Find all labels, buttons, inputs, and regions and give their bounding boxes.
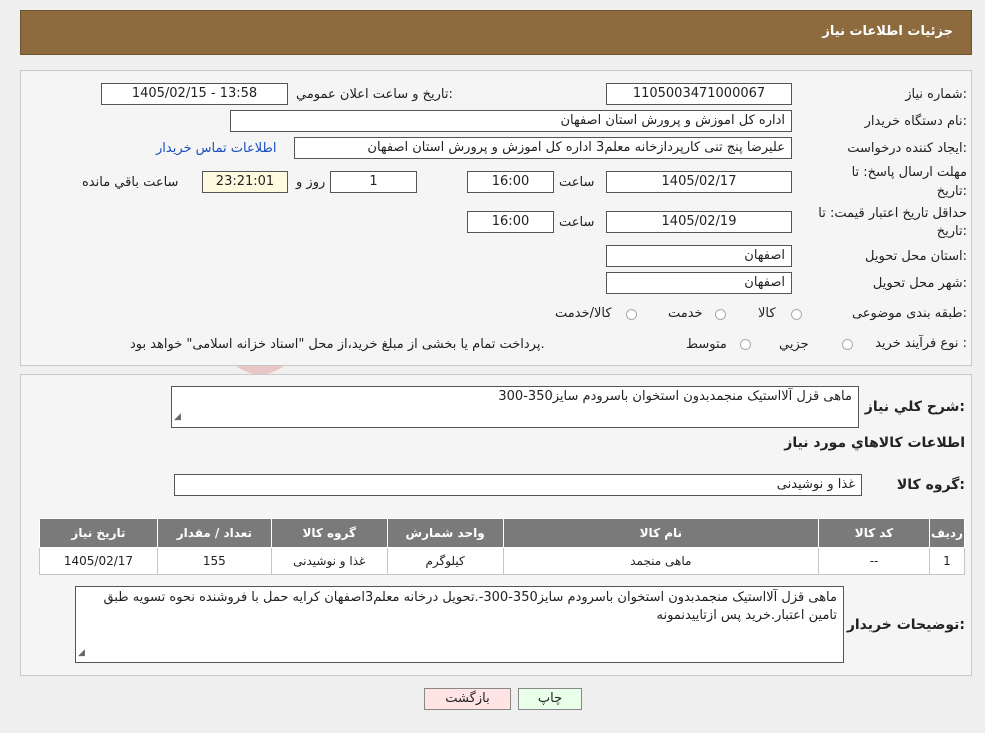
reply-time-field: 16:00 bbox=[467, 171, 554, 193]
requester-field: علیرضا پنج تنی کارپردازخانه معلم3 اداره … bbox=[294, 137, 792, 159]
city-field: اصفهان bbox=[606, 272, 792, 294]
remaining-time-field: 23:21:01 bbox=[202, 171, 288, 193]
process-radio-medium[interactable] bbox=[740, 339, 751, 350]
requester-label: ايجاد کننده درخواست: bbox=[847, 141, 967, 156]
table-row: 1405/02/17 155 غذا و نوشیدنی کیلوگرم ماه… bbox=[39, 547, 966, 575]
buyer-org-field: اداره کل اموزش و پرورش استان اصفهان bbox=[230, 110, 792, 132]
cell-goods-group: غذا و نوشیدنی bbox=[270, 547, 388, 575]
reply-time-label: ساعت bbox=[559, 175, 595, 190]
buyer-org-label: نام دستگاه خريدار: bbox=[864, 114, 967, 129]
reply-deadline-label-2: تاریخ: bbox=[936, 184, 967, 199]
buyer-notes-text: ماهی قزل آلااستیک منجمدبدون استخوان باسر… bbox=[103, 590, 838, 623]
col-quantity: تعداد / مقدار bbox=[156, 518, 272, 548]
cell-goods-name: ماهی منجمد bbox=[502, 547, 820, 575]
cell-row-number: 1 bbox=[928, 547, 966, 575]
category-label: طبقه بندی موضوعی: bbox=[851, 306, 967, 321]
process-option-minor: جزیي bbox=[779, 337, 809, 352]
resize-handle-icon[interactable]: ◢ bbox=[78, 644, 85, 662]
price-validity-label-2: تاریخ: bbox=[936, 224, 967, 239]
need-number-field: 1105003471000067 bbox=[606, 83, 792, 105]
category-option-goods: کالا bbox=[758, 306, 776, 321]
validity-time-field: 16:00 bbox=[467, 211, 554, 233]
cell-unit: کیلوگرم bbox=[386, 547, 504, 575]
buyer-notes-label: توضیحات خریدار: bbox=[846, 617, 965, 633]
process-option-medium: متوسط bbox=[686, 337, 727, 352]
col-goods-group: گروه کالا bbox=[270, 518, 388, 548]
price-validity-label: حداقل تاریخ اعتبار قیمت: تا bbox=[818, 206, 967, 221]
page-header: جزئیات اطلاعات نیاز bbox=[20, 10, 972, 55]
print-button[interactable]: چاپ bbox=[518, 688, 582, 710]
cell-need-date: 1405/02/17 bbox=[39, 547, 158, 575]
col-goods-code: کد کالا bbox=[818, 518, 930, 548]
col-row-number: ردیف bbox=[928, 518, 966, 548]
general-description-label: شرح کلي نياز: bbox=[864, 399, 965, 415]
days-field: 1 bbox=[330, 171, 417, 193]
category-option-goods-service: کالا/خدمت bbox=[555, 306, 612, 321]
remaining-label: ساعت باقي مانده bbox=[82, 175, 179, 190]
need-number-label: شماره نیاز: bbox=[905, 87, 967, 102]
province-field: اصفهان bbox=[606, 245, 792, 267]
process-note: پرداخت تمام یا بخشی از مبلغ خرید،از محل … bbox=[130, 337, 545, 352]
buyer-contact-link[interactable]: اطلاعات تماس خریدار bbox=[156, 141, 276, 156]
back-button[interactable]: بازگشت bbox=[424, 688, 511, 710]
reply-deadline-label: مهلت ارسال پاسخ: تا bbox=[851, 165, 967, 180]
cell-quantity: 155 bbox=[156, 547, 272, 575]
col-need-date: تاریخ نیاز bbox=[39, 518, 158, 548]
process-type-label: نوع فرآیند خرید : bbox=[875, 336, 967, 351]
col-unit: واحد شمارش bbox=[386, 518, 504, 548]
goods-group-field: غذا و نوشیدنی bbox=[174, 474, 862, 496]
process-radio-minor[interactable] bbox=[842, 339, 853, 350]
general-description-field: ماهی قزل آلااستیک منجمدبدون استخوان باسر… bbox=[171, 386, 859, 428]
category-radio-goods[interactable] bbox=[791, 309, 802, 320]
goods-table: تاریخ نیاز تعداد / مقدار گروه کالا واحد … bbox=[39, 518, 966, 575]
category-radio-service[interactable] bbox=[715, 309, 726, 320]
city-label: شهر محل تحویل: bbox=[872, 276, 967, 291]
resize-handle-icon[interactable]: ◢ bbox=[174, 407, 181, 427]
cell-goods-code: -- bbox=[818, 547, 930, 575]
buyer-notes-field: ماهی قزل آلااستیک منجمدبدون استخوان باسر… bbox=[75, 586, 844, 663]
validity-time-label: ساعت bbox=[559, 215, 595, 230]
day-and-label: روز و bbox=[296, 175, 326, 190]
goods-table-header: تاریخ نیاز تعداد / مقدار گروه کالا واحد … bbox=[39, 518, 966, 548]
province-label: استان محل تحویل: bbox=[865, 249, 967, 264]
announce-datetime-field: 1405/02/15 - 13:58 bbox=[101, 83, 288, 105]
validity-date-field: 1405/02/19 bbox=[606, 211, 792, 233]
goods-info-title: اطلاعات کالاهاي مورد نياز bbox=[784, 435, 965, 451]
reply-date-field: 1405/02/17 bbox=[606, 171, 792, 193]
general-description-text: ماهی قزل آلااستیک منجمدبدون استخوان باسر… bbox=[498, 389, 852, 404]
category-radio-goods-service[interactable] bbox=[626, 309, 637, 320]
page-title: جزئیات اطلاعات نیاز bbox=[822, 24, 953, 39]
announce-datetime-label: تاریخ و ساعت اعلان عمومي: bbox=[296, 87, 453, 102]
category-option-service: خدمت bbox=[668, 306, 703, 321]
goods-group-label: گروه کالا: bbox=[896, 477, 965, 493]
col-goods-name: نام کالا bbox=[502, 518, 820, 548]
